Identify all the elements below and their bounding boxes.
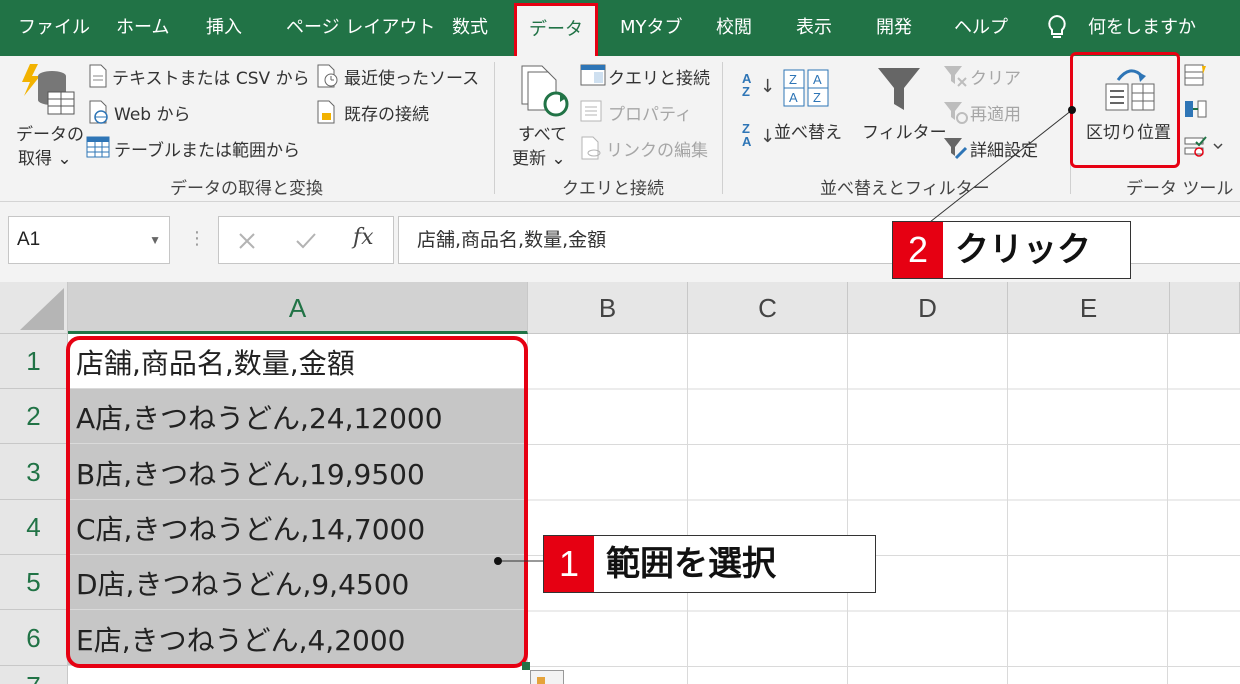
sort-dialog-icon: ZA AZ [783,69,829,107]
tab-review[interactable]: 校閲 [716,0,752,56]
column-header-a[interactable]: A [68,282,528,334]
refresh-all-button-label[interactable]: 更新 ⌄ [512,144,566,169]
text-to-columns-highlight [1070,52,1180,168]
tab-my-tab[interactable]: MYタブ [620,0,683,56]
column-header-f[interactable] [1170,282,1240,334]
callout-step-2: 2 クリック [892,221,1131,279]
remove-duplicates-icon [1185,100,1207,118]
reapply-button[interactable]: 再適用 [970,100,1021,125]
queries-connections-button[interactable]: クエリと接続 [608,64,710,89]
row-header[interactable]: 1 [0,334,68,389]
insert-function-icon[interactable]: fx [353,225,374,250]
row-header[interactable]: 5 [0,555,68,610]
formula-buttons: fx [218,216,394,264]
column-header-d[interactable]: D [848,282,1008,334]
queries-connections-icon [580,64,606,86]
get-data-button-label[interactable]: 取得 ⌄ [18,144,72,169]
column-header-c[interactable]: C [688,282,848,334]
web-icon [89,100,108,124]
lightbulb-icon [1048,14,1066,38]
advanced-filter-icon [944,138,968,160]
get-data-button[interactable]: データの [16,120,84,145]
properties-icon [580,100,602,122]
text-file-icon [89,64,107,88]
quick-analysis-icon[interactable] [530,670,564,684]
clear-button[interactable]: クリア [970,64,1021,89]
fill-handle[interactable] [522,662,530,670]
tab-formulas[interactable]: 数式 [452,0,488,56]
tab-view[interactable]: 表示 [796,0,832,56]
select-all-corner[interactable] [0,282,68,334]
properties-button[interactable]: プロパティ [608,100,692,125]
column-header-b[interactable]: B [528,282,688,334]
sort-arrow-down-icon: ↓ [760,76,776,97]
row-header[interactable]: 4 [0,500,68,555]
selection-highlight [66,336,528,668]
flash-fill-icon [1184,64,1206,86]
group-label-sort-filter: 並べ替えとフィルター [820,179,990,199]
reapply-icon [944,102,968,124]
edit-links-button[interactable]: リンクの編集 [606,136,708,161]
ribbon-separator [494,62,495,194]
existing-connections-button[interactable]: 既存の接続 [344,100,429,125]
empty-cells[interactable] [528,334,1240,684]
name-box-value: A1 [17,229,41,250]
callout-step-2-number: 2 [893,222,943,278]
chevron-down-icon[interactable]: ▼ [149,217,161,263]
cancel-icon[interactable] [237,231,257,251]
clear-filter-icon [944,66,967,87]
tab-help[interactable]: ヘルプ [954,0,1008,56]
refresh-all-icon [521,65,569,117]
callout-step-1-number: 1 [544,536,594,592]
callout-step-1-text: 範囲を選択 [606,544,776,584]
tab-page-layout[interactable]: ページ レイアウト [286,0,435,56]
enter-check-icon[interactable] [295,231,317,251]
name-box[interactable]: A1 ▼ [8,216,170,264]
row-header[interactable]: 7 [0,666,68,684]
svg-text:Z: Z [813,90,821,105]
group-label-data-tools: データ ツール [1126,179,1234,199]
sort-arrow-down-icon: ↓ [760,126,776,147]
edit-links-icon [581,136,601,160]
row-header[interactable]: 3 [0,444,68,500]
tell-me-search[interactable]: 何をしますか [1088,0,1196,56]
svg-text:A: A [789,90,798,105]
group-label-queries: クエリと接続 [562,179,664,199]
data-validation-icon [1184,136,1223,157]
drag-handle-icon[interactable]: ⋮ [188,228,206,249]
svg-text:Z: Z [789,72,797,87]
from-text-csv-button[interactable]: テキストまたは CSV から [112,64,310,89]
group-label-get-transform: データの取得と変換 [170,179,323,199]
worksheet-grid: A B C D E 1 2 3 4 5 6 7 店舗,商品名,数量,金額 A店,… [0,282,1240,684]
from-table-range-button[interactable]: テーブルまたは範囲から [114,136,300,161]
advanced-button[interactable]: 詳細設定 [970,136,1038,161]
from-web-button[interactable]: Web から [114,100,190,125]
filter-button[interactable]: フィルター [862,118,947,143]
filter-funnel-icon [878,68,920,110]
get-data-icon [22,64,75,115]
existing-connections-icon [317,100,335,124]
table-icon [86,136,110,158]
row-header[interactable]: 6 [0,610,68,666]
ribbon-separator [722,62,723,194]
column-header-e[interactable]: E [1008,282,1170,334]
recent-sources-button[interactable]: 最近使ったソース [344,64,479,89]
callout-step-2-text: クリック [955,230,1091,270]
ribbon-tab-bar: ファイル ホーム 挿入 ページ レイアウト 数式 データ MYタブ 校閲 表示 … [0,0,1240,59]
svg-text:A: A [813,72,822,87]
callout-step-1: 1 範囲を選択 [543,535,876,593]
ribbon: データの 取得 ⌄ テキストまたは CSV から Web から テーブルまたは範… [0,56,1240,202]
refresh-all-button[interactable]: すべて [518,120,567,145]
tab-file[interactable]: ファイル [18,0,90,56]
tab-insert[interactable]: 挿入 [206,0,242,56]
row-header[interactable]: 2 [0,389,68,444]
recent-sources-icon [317,64,338,88]
sort-button[interactable]: 並べ替え [774,118,842,143]
tab-developer[interactable]: 開発 [876,0,912,56]
tab-data[interactable]: データ [514,3,598,59]
tab-home[interactable]: ホーム [116,0,169,56]
